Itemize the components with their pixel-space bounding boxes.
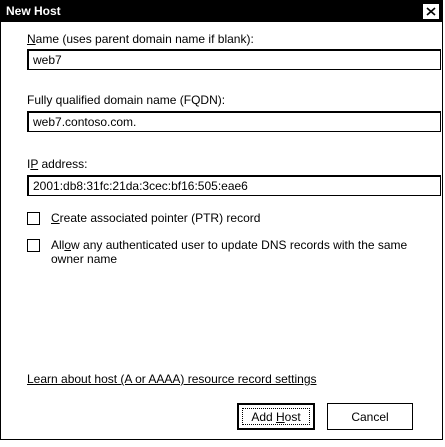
dialog-title: New Host <box>6 4 61 18</box>
ptr-record-checkbox[interactable] <box>27 212 40 225</box>
allow-label-post: w any authenticated user to update DNS r… <box>51 238 408 266</box>
ip-address-label: IP address: <box>27 157 88 171</box>
add-host-access-key: H <box>276 410 285 424</box>
name-label-post: ame (uses parent domain name if blank): <box>35 32 254 46</box>
ptr-label-access-key: C <box>51 211 60 225</box>
name-label: Name (uses parent domain name if blank): <box>27 32 254 46</box>
ptr-label-post: reate associated pointer (PTR) record <box>59 211 261 225</box>
allow-update-checkbox[interactable] <box>27 239 40 252</box>
close-button[interactable] <box>422 3 440 20</box>
name-input[interactable] <box>27 49 441 70</box>
close-icon <box>426 7 436 16</box>
cancel-button[interactable]: Cancel <box>327 403 413 430</box>
new-host-dialog: New Host Name (uses parent domain name i… <box>0 0 443 440</box>
learn-more-link[interactable]: Learn about host (A or AAAA) resource re… <box>27 372 317 386</box>
allow-label-pre: All <box>51 238 65 252</box>
add-host-label-pre: Add <box>251 410 276 424</box>
fqdn-field <box>27 111 441 132</box>
ip-label-post: address: <box>38 157 88 171</box>
title-bar[interactable]: New Host <box>1 1 442 22</box>
add-host-label-post: ost <box>284 410 301 424</box>
ip-label-access-key: P <box>30 157 39 171</box>
name-label-access-key: N <box>27 32 36 46</box>
add-host-button[interactable]: Add Host <box>237 403 315 430</box>
ip-address-input[interactable] <box>27 175 441 196</box>
allow-update-label[interactable]: Allow any authenticated user to update D… <box>51 238 439 266</box>
ptr-record-label[interactable]: Create associated pointer (PTR) record <box>51 211 439 225</box>
fqdn-label: Fully qualified domain name (FQDN): <box>27 93 226 107</box>
